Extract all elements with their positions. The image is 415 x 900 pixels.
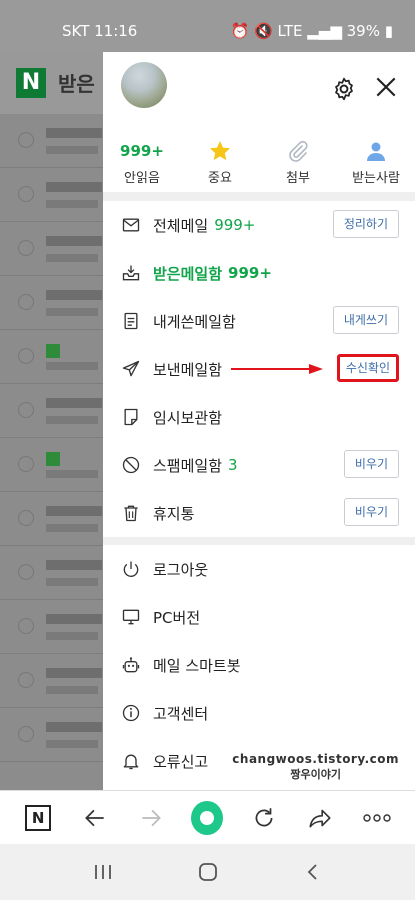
- menu-item-smartbot[interactable]: 메일 스마트봇: [103, 641, 415, 689]
- share-icon: [309, 809, 331, 827]
- unread-count: 999+: [120, 142, 164, 160]
- menu-item-pc-version[interactable]: PC버전: [103, 593, 415, 641]
- refresh-button[interactable]: [248, 802, 280, 834]
- green-dot-icon: [191, 800, 224, 835]
- note-icon: [124, 312, 138, 330]
- menu-item-sent[interactable]: 보낸메일함 수신확인: [103, 345, 415, 393]
- paper-plane-icon: [122, 360, 140, 377]
- quick-filters: 999+ 안읽음 중요 첨부 받는사람: [103, 127, 415, 193]
- avatar[interactable]: [121, 62, 167, 108]
- watermark-name: 짱우이야기: [290, 768, 341, 781]
- watermark: changwoos.tistory.com 짱우이야기: [232, 752, 399, 782]
- arrow-right-icon: [142, 809, 161, 826]
- person-icon: [367, 142, 385, 161]
- menu-label: 고객센터: [153, 704, 209, 723]
- arrow-left-icon: [84, 809, 104, 826]
- quick-label: 안읽음: [124, 171, 160, 186]
- menu-label: 내게쓴메일함: [153, 312, 236, 331]
- nav-back-icon[interactable]: [302, 861, 324, 883]
- naver-logo: N: [16, 68, 46, 98]
- menu-label: 휴지통: [153, 504, 195, 523]
- menu-item-all-mail[interactable]: 전체메일 999+ 정리하기: [103, 201, 415, 249]
- gear-icon[interactable]: [331, 76, 357, 102]
- menu-item-drafts[interactable]: 임시보관함: [103, 393, 415, 441]
- quick-label: 첨부: [286, 171, 310, 186]
- green-dot-button[interactable]: [191, 800, 224, 835]
- block-icon: [122, 456, 140, 474]
- inbox-icon: [122, 265, 140, 281]
- menu-label: 임시보관함: [153, 408, 223, 427]
- organize-button[interactable]: 정리하기: [332, 210, 399, 238]
- menu-label: 메일 스마트봇: [153, 656, 241, 675]
- menu-count: 3: [228, 456, 238, 474]
- share-button[interactable]: [304, 802, 336, 834]
- menu-label: 받은메일함: [153, 264, 223, 283]
- more-button[interactable]: [361, 802, 393, 834]
- mailbox-title: 받은: [58, 72, 95, 96]
- status-time: SKT 11:16: [62, 22, 138, 40]
- menu-item-trash[interactable]: 휴지통 비우기: [103, 489, 415, 537]
- read-receipt-button[interactable]: 수신확인: [336, 354, 399, 382]
- menu-count: 999+: [228, 264, 272, 282]
- menu-item-customer-center[interactable]: 고객센터: [103, 689, 415, 737]
- empty-trash-button[interactable]: 비우기: [343, 498, 399, 526]
- draft-icon: [124, 408, 138, 426]
- mail-drawer: 999+ 안읽음 중요 첨부 받는사람 전체메일 999+ 정리하기 받은메일함…: [103, 52, 415, 790]
- menu-item-self-mail[interactable]: 내게쓴메일함 내게쓰기: [103, 297, 415, 345]
- close-icon[interactable]: [373, 74, 399, 100]
- power-icon: [123, 561, 139, 577]
- menu-label: PC버전: [153, 608, 201, 627]
- quick-unread[interactable]: 999+ 안읽음: [103, 127, 181, 192]
- watermark-url: changwoos.tistory.com: [232, 752, 399, 766]
- menu-label: 스팸메일함: [153, 456, 223, 475]
- info-icon: [122, 704, 140, 722]
- mailbox-menu: 전체메일 999+ 정리하기 받은메일함 999+ 내게쓴메일함 내게쓰기 보낸…: [103, 201, 415, 537]
- refresh-icon: [255, 807, 273, 826]
- menu-label: 로그아웃: [153, 560, 209, 579]
- menu-label: 오류신고: [153, 752, 209, 771]
- divider: [103, 537, 415, 545]
- status-icons: ⏰ 🔇 LTE ▂▄▆ 39% ▮: [230, 22, 393, 40]
- robot-icon: [122, 657, 140, 673]
- forward-button[interactable]: [135, 802, 167, 834]
- status-bar: SKT 11:16 ⏰ 🔇 LTE ▂▄▆ 39% ▮: [0, 0, 415, 52]
- drawer-header: [103, 52, 415, 127]
- recent-apps-icon[interactable]: [92, 862, 114, 882]
- paperclip-icon: [289, 140, 308, 162]
- quick-important[interactable]: 중요: [181, 127, 259, 192]
- quick-attachment[interactable]: 첨부: [259, 127, 337, 192]
- naver-home-button[interactable]: N: [22, 802, 54, 834]
- browser-toolbar: N: [0, 790, 415, 844]
- menu-item-inbox[interactable]: 받은메일함 999+: [103, 249, 415, 297]
- red-arrow-annotation: [231, 364, 323, 374]
- menu-count: 999+: [214, 216, 256, 234]
- menu-label: 전체메일: [153, 216, 209, 235]
- write-to-self-button[interactable]: 내게쓰기: [332, 306, 399, 334]
- quick-label: 받는사람: [352, 171, 400, 186]
- utility-menu: 로그아웃 PC버전 메일 스마트봇 고객센터 오류신고: [103, 545, 415, 785]
- menu-label: 보낸메일함: [153, 360, 223, 379]
- envelope-icon: [122, 218, 140, 232]
- menu-item-spam[interactable]: 스팸메일함 3 비우기: [103, 441, 415, 489]
- bell-icon: [123, 754, 139, 770]
- menu-item-logout[interactable]: 로그아웃: [103, 545, 415, 593]
- star-icon: [209, 141, 231, 161]
- quick-recipient[interactable]: 받는사람: [337, 127, 415, 192]
- trash-icon: [124, 505, 138, 522]
- back-button[interactable]: [79, 802, 111, 834]
- more-icon: [363, 813, 391, 822]
- android-nav-bar: [0, 844, 415, 900]
- divider: [103, 193, 415, 201]
- quick-label: 중요: [208, 171, 232, 186]
- home-icon[interactable]: [197, 861, 219, 883]
- naver-logo-icon: N: [25, 804, 52, 831]
- empty-spam-button[interactable]: 비우기: [343, 450, 399, 478]
- monitor-icon: [122, 609, 140, 625]
